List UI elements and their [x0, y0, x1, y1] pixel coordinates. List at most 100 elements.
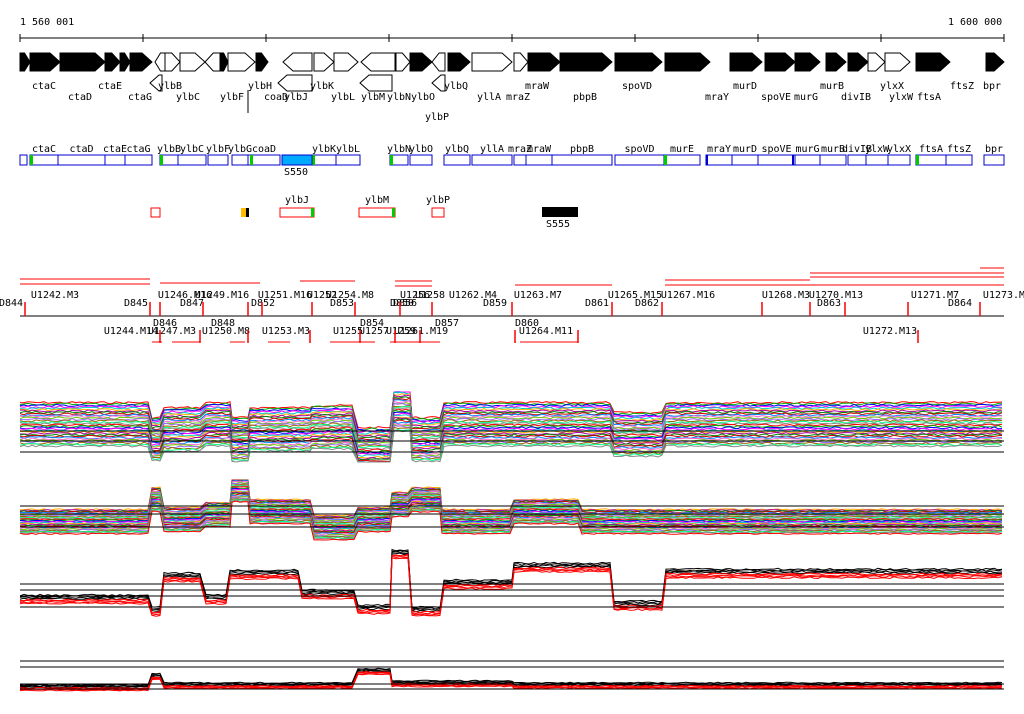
expression-profile-panel-1 — [19, 391, 1004, 463]
feature-box — [614, 154, 665, 166]
segment-label: D856 — [393, 298, 417, 309]
feature-label: mraY — [707, 144, 731, 155]
tu-label: ylbJ — [285, 195, 309, 206]
segment-label: D845 — [124, 298, 148, 309]
tu-label: ylbM — [365, 195, 389, 206]
gene-arrow — [527, 52, 561, 72]
feature-label: ylbG — [228, 144, 252, 155]
tu-box — [431, 207, 445, 218]
gene-label: spoVD — [622, 81, 652, 92]
highlight-region — [281, 154, 313, 166]
feature-label: ylbF — [206, 144, 230, 155]
feature-accent — [250, 155, 253, 165]
highlight-label: S550 — [284, 167, 308, 178]
gene-arrow — [447, 52, 471, 72]
segment-label: D852 — [251, 298, 275, 309]
segment-label: U1257 — [359, 326, 389, 337]
feature-label: ylbN — [387, 144, 411, 155]
feature-accent — [392, 208, 395, 217]
gene-arrow — [614, 52, 663, 72]
tu-box — [150, 207, 161, 218]
feature-box — [443, 154, 471, 166]
gene-label: murD — [733, 81, 757, 92]
gene-arrow — [764, 52, 796, 72]
feature-box — [551, 154, 613, 166]
feature-label: ctaE — [103, 144, 127, 155]
feature-accent — [664, 155, 667, 165]
gene-label: ylbL — [331, 92, 355, 103]
gene-arrow-reverse — [277, 74, 313, 92]
gene-label: ftsA — [917, 92, 941, 103]
gene-arrow — [794, 52, 821, 72]
gene-arrow-reverse — [359, 74, 393, 92]
feature-box — [335, 154, 361, 166]
yellow-marker — [241, 208, 246, 217]
feature-label: ftsA — [919, 144, 943, 155]
feature-label: pbpB — [570, 144, 594, 155]
feature-box — [983, 154, 1005, 166]
feature-label: murG — [795, 144, 819, 155]
feature-box — [915, 154, 947, 166]
feature-label: ylbO — [409, 144, 433, 155]
feature-box — [513, 154, 527, 166]
feature-box — [705, 154, 733, 166]
gene-label: mraZ — [506, 92, 530, 103]
gene-label: ylbQ — [444, 81, 468, 92]
gene-label: ctaD — [68, 92, 92, 103]
gene-label: murB — [820, 81, 844, 92]
gene-arrow — [227, 52, 256, 72]
feature-accent — [916, 155, 919, 165]
feature-accent — [390, 155, 393, 165]
gene-label: ylbN — [387, 92, 411, 103]
gene-label: divIB — [841, 92, 871, 103]
gene-label: ylbO — [411, 92, 435, 103]
feature-label: murE — [670, 144, 694, 155]
gene-arrow — [729, 52, 763, 72]
feature-accent — [30, 155, 33, 165]
feature-box — [124, 154, 153, 166]
segment-label: D862 — [635, 298, 659, 309]
segment-label: U1253.M3 — [262, 326, 310, 337]
gene-arrow — [395, 52, 411, 72]
gene-label: mraY — [705, 92, 729, 103]
feature-track: ctaC ctaD ctaE ctaG ylbBylbC ylbFylbG coaD ylbK… — [19, 144, 1005, 178]
black-marker — [246, 208, 249, 217]
tu-box — [358, 207, 396, 218]
segment-label: U1267.M16 — [661, 290, 715, 301]
gene-arrow — [471, 52, 513, 72]
feature-accent — [792, 155, 794, 165]
segment-label: U1263.M7 — [514, 290, 562, 301]
feature-box — [471, 154, 513, 166]
feature-label: spoVD — [624, 144, 654, 155]
segment-label: D861 — [585, 298, 609, 309]
gene-arrow — [219, 52, 229, 72]
feature-label: yllA — [480, 144, 504, 155]
segment-label: D859 — [483, 298, 507, 309]
gene-arrow — [409, 52, 433, 72]
feature-box — [945, 154, 973, 166]
gene-labels: ctaC ctaE ylbB ylbH ylbK ylbQ mraW spoVD murD mur… — [32, 81, 1001, 123]
gene-arrow — [129, 52, 153, 72]
expression-profile-panel-4 — [19, 655, 1004, 700]
gene-label: pbpB — [573, 92, 597, 103]
feature-box — [887, 154, 911, 166]
gene-label: ylbB — [158, 81, 182, 92]
gene-arrow — [255, 52, 269, 72]
gene-arrow — [884, 52, 911, 72]
feature-box — [231, 154, 249, 166]
feature-label: ylbC — [180, 144, 204, 155]
segment-label: D863 — [817, 298, 841, 309]
gene-label: ylbJ — [284, 92, 308, 103]
feature-box — [311, 154, 337, 166]
expression-profile-panel-3 — [19, 548, 1004, 620]
gene-label: ylbK — [310, 81, 334, 92]
gene-arrow — [204, 52, 221, 72]
gene-arrow — [847, 52, 869, 72]
gene-arrow — [513, 52, 529, 72]
genome-browser-view: 1 560 001 1 600 000 ctaC ctaE ylbB ylbH ylbK… — [0, 17, 1024, 700]
gene-label: murG — [794, 92, 818, 103]
segment-label: U1261.M19 — [394, 326, 448, 337]
gene-arrow — [282, 52, 313, 72]
ruler-end-label: 1 600 000 — [948, 17, 1002, 28]
gene-arrow — [179, 52, 206, 72]
